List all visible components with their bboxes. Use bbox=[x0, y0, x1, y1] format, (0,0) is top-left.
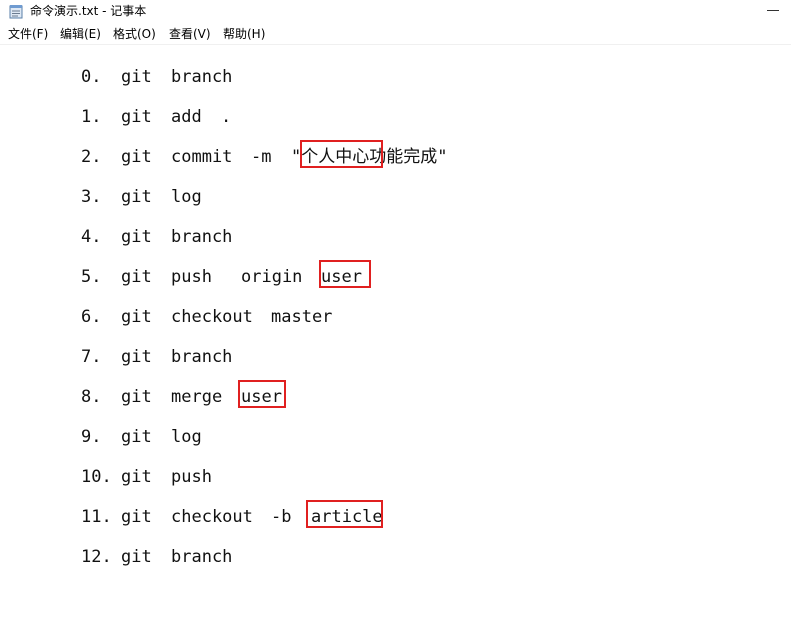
command-argument: branch bbox=[171, 227, 233, 247]
command-name: git bbox=[121, 67, 152, 87]
command-argument: branch bbox=[171, 67, 233, 87]
text-line: 1. git add. bbox=[0, 104, 791, 130]
line-number: 2. bbox=[81, 147, 102, 167]
line-number: 5. bbox=[81, 267, 102, 287]
menu-format[interactable]: 格式(O) bbox=[113, 27, 156, 41]
text-line: 3. git log bbox=[0, 184, 791, 210]
line-number: 9. bbox=[81, 427, 102, 447]
highlight-box bbox=[306, 500, 383, 528]
command-argument: commit bbox=[171, 147, 233, 167]
line-number: 4. bbox=[81, 227, 102, 247]
text-line: 0. git branch bbox=[0, 64, 791, 90]
command-argument: merge bbox=[171, 387, 223, 407]
line-number: 1. bbox=[81, 107, 102, 127]
title-bar[interactable]: 命令演示.txt - 记事本 bbox=[0, 0, 791, 24]
highlight-box bbox=[238, 380, 286, 408]
command-argument: log bbox=[171, 187, 202, 207]
line-number: 11. bbox=[81, 507, 112, 527]
command-argument: add bbox=[171, 107, 202, 127]
command-argument: log bbox=[171, 427, 202, 447]
notepad-icon bbox=[9, 5, 23, 19]
text-line: 12. git branch bbox=[0, 544, 791, 570]
text-line: 9. git log bbox=[0, 424, 791, 450]
line-number: 10. bbox=[81, 467, 112, 487]
command-argument: checkout bbox=[171, 507, 253, 527]
menu-view[interactable]: 查看(V) bbox=[169, 27, 211, 41]
command-name: git bbox=[121, 187, 152, 207]
text-line: 5. git push origin user bbox=[0, 264, 791, 290]
text-line: 8. git merge user bbox=[0, 384, 791, 410]
command-argument: master bbox=[271, 307, 333, 327]
command-name: git bbox=[121, 547, 152, 567]
highlight-box bbox=[300, 140, 383, 168]
line-number: 0. bbox=[81, 67, 102, 87]
command-name: git bbox=[121, 507, 152, 527]
menu-bar: 文件(F) 编辑(E) 格式(O) 查看(V) 帮助(H) bbox=[0, 24, 791, 45]
command-name: git bbox=[121, 267, 152, 287]
command-argument: push bbox=[171, 267, 212, 287]
text-editor-area[interactable]: 0. git branch 1. git add. 2. git commit -m "个人中心功能… bbox=[0, 45, 791, 624]
command-name: git bbox=[121, 307, 152, 327]
command-name: git bbox=[121, 427, 152, 447]
text-line: 6. git checkout master bbox=[0, 304, 791, 330]
menu-help[interactable]: 帮助(H) bbox=[223, 27, 265, 41]
menu-edit[interactable]: 编辑(E) bbox=[60, 27, 101, 41]
command-name: git bbox=[121, 227, 152, 247]
command-name: git bbox=[121, 347, 152, 367]
text-line: 4. git branch bbox=[0, 224, 791, 250]
command-argument: origin bbox=[241, 267, 303, 287]
line-number: 6. bbox=[81, 307, 102, 327]
text-line: 11. git checkout -b article bbox=[0, 504, 791, 530]
command-argument: branch bbox=[171, 547, 233, 567]
command-argument: -m bbox=[251, 147, 272, 167]
line-number: 3. bbox=[81, 187, 102, 207]
command-argument: push bbox=[171, 467, 212, 487]
command-argument: checkout bbox=[171, 307, 253, 327]
command-name: git bbox=[121, 387, 152, 407]
command-argument: -b bbox=[271, 507, 292, 527]
text-line: 7. git branch bbox=[0, 344, 791, 370]
command-argument: . bbox=[221, 107, 232, 127]
minimize-button[interactable] bbox=[760, 0, 790, 20]
notepad-window: 命令演示.txt - 记事本 文件(F) 编辑(E) 格式(O) 查看(V) 帮… bbox=[0, 0, 791, 624]
line-number: 7. bbox=[81, 347, 102, 367]
window-title: 命令演示.txt - 记事本 bbox=[30, 4, 147, 18]
command-name: git bbox=[121, 147, 152, 167]
line-number: 8. bbox=[81, 387, 102, 407]
command-name: git bbox=[121, 467, 152, 487]
command-name: git bbox=[121, 107, 152, 127]
text-line: 2. git commit -m "个人中心功能完成" bbox=[0, 144, 791, 170]
line-number: 12. bbox=[81, 547, 112, 567]
highlight-box bbox=[319, 260, 371, 288]
menu-file[interactable]: 文件(F) bbox=[8, 27, 48, 41]
command-argument: branch bbox=[171, 347, 233, 367]
text-line: 10. git push bbox=[0, 464, 791, 490]
